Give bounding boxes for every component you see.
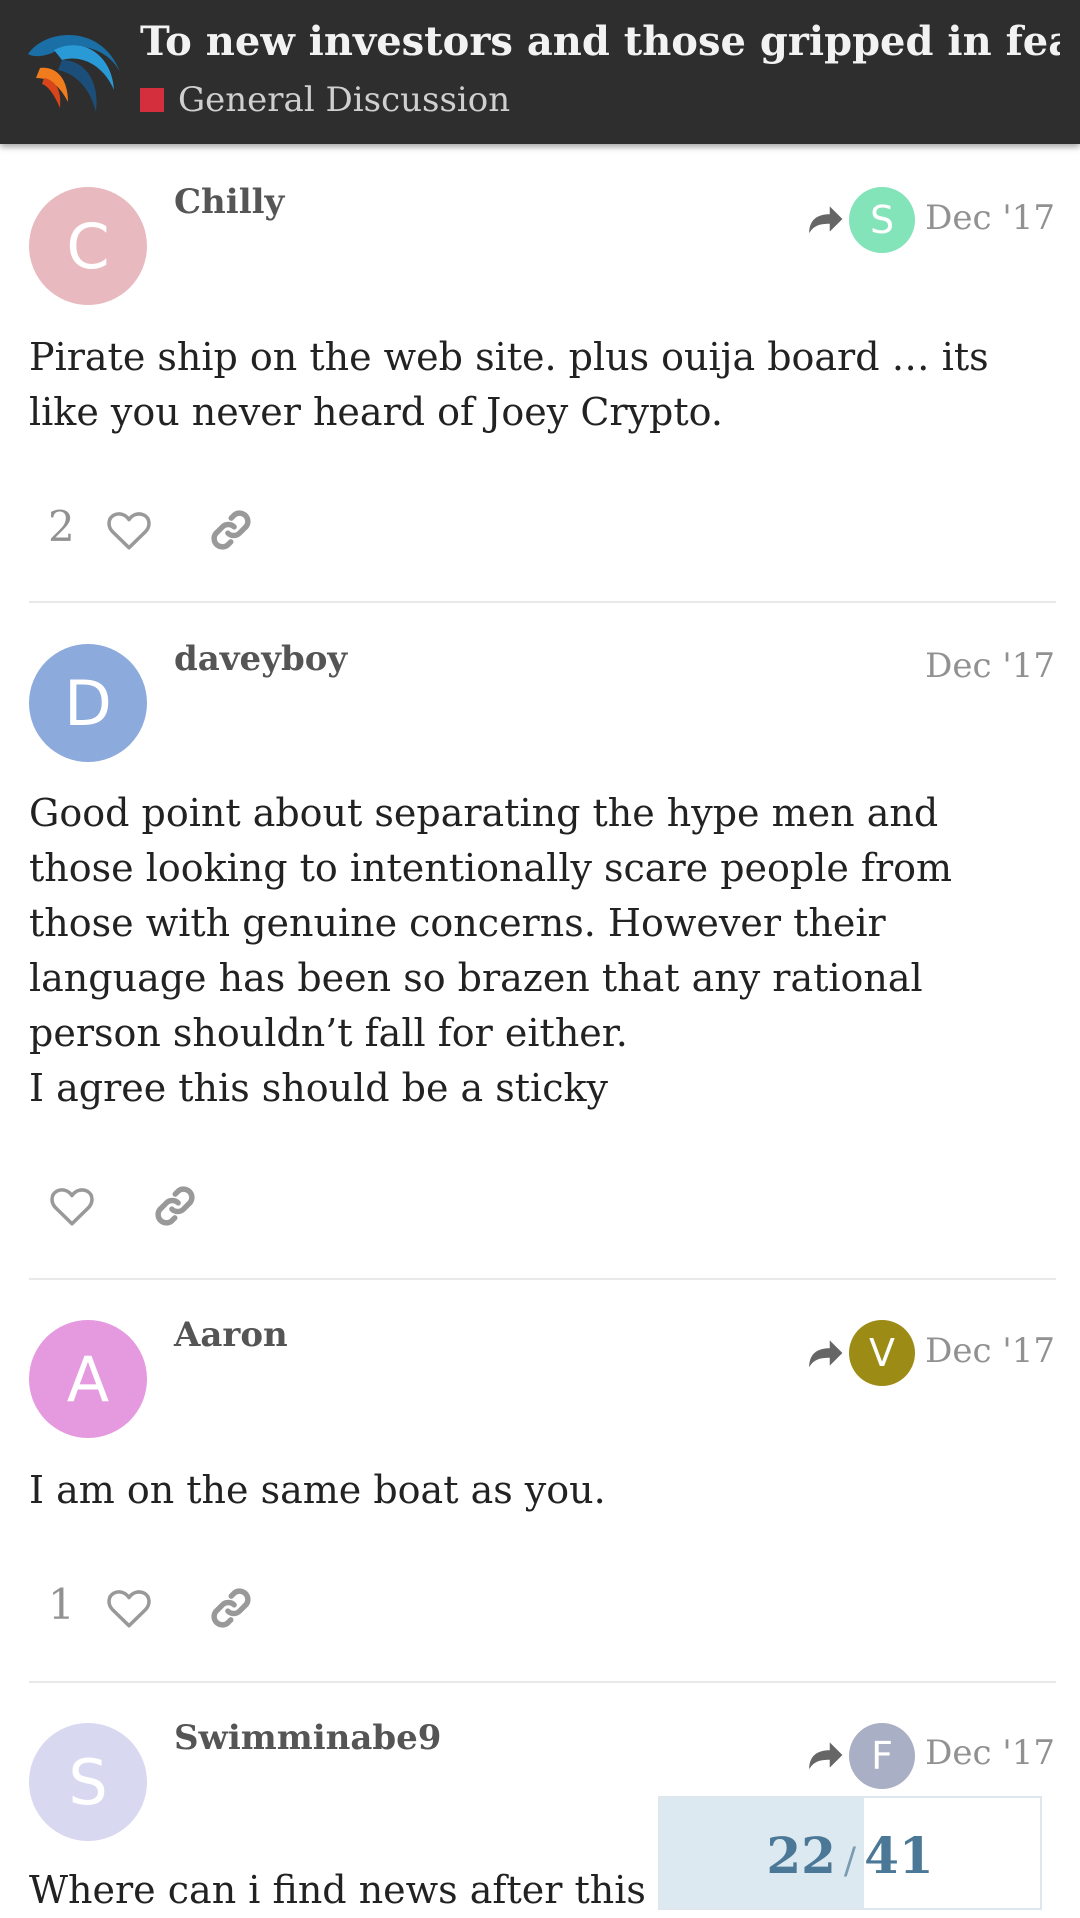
post-divider (29, 1681, 1056, 1683)
category-color-square (140, 88, 164, 112)
post-body: Pirate ship on the web site. plus ouija … (29, 330, 1051, 440)
post-paragraph: I am on the same boat as you. (29, 1468, 606, 1512)
topic-header: To new investors and those gripped in fe… (0, 0, 1080, 144)
heart-outline-icon[interactable] (104, 505, 154, 555)
post-paragraph: Pirate ship on the web site. plus ouija … (29, 335, 989, 434)
category-badge[interactable]: General Discussion (140, 80, 510, 120)
reply-arrow-icon[interactable] (806, 202, 844, 236)
reply-arrow-icon[interactable] (806, 1738, 844, 1772)
category-name: General Discussion (178, 80, 511, 120)
reply-to-avatar[interactable]: F (849, 1723, 915, 1789)
avatar-letter: S (68, 1745, 108, 1819)
progress-text: 22/41 (660, 1826, 1040, 1885)
reply-to-avatar-letter: F (871, 1734, 893, 1778)
post-divider (29, 601, 1056, 603)
reply-to-avatar-letter: V (869, 1331, 895, 1375)
topic-title[interactable]: To new investors and those gripped in fe… (140, 18, 1060, 65)
avatar[interactable]: D (29, 644, 147, 762)
avatar-letter: D (64, 666, 112, 740)
reply-to-avatar[interactable]: V (849, 1320, 915, 1386)
post-paragraph: Good point about separating the hype men… (29, 791, 953, 1055)
post-paragraph: I agree this should be a sticky (29, 1066, 608, 1110)
post-divider (29, 1278, 1056, 1280)
reply-to-avatar[interactable]: S (849, 187, 915, 253)
avatar-letter: A (66, 1342, 110, 1416)
post-date[interactable]: Dec '17 (925, 1331, 1055, 1371)
reply-to-avatar-letter: S (869, 198, 895, 242)
avatar-letter: C (66, 209, 110, 283)
link-icon[interactable] (206, 505, 256, 555)
like-count[interactable]: 1 (48, 1580, 75, 1629)
post-date[interactable]: Dec '17 (925, 198, 1055, 238)
progress-current: 22 (766, 1826, 836, 1885)
post-date[interactable]: Dec '17 (925, 646, 1055, 686)
site-logo[interactable] (24, 26, 124, 116)
post-body: I am on the same boat as you. (29, 1463, 1051, 1518)
username[interactable]: Swimminabe9 (174, 1718, 441, 1758)
avatar[interactable]: S (29, 1723, 147, 1841)
avatar[interactable]: A (29, 1320, 147, 1438)
topic-progress[interactable]: 22/41 (658, 1796, 1042, 1910)
like-count[interactable]: 2 (48, 502, 75, 551)
username[interactable]: Chilly (174, 182, 284, 222)
post-body: Good point about separating the hype men… (29, 786, 1051, 1116)
heart-outline-icon[interactable] (104, 1583, 154, 1633)
post-date[interactable]: Dec '17 (925, 1733, 1055, 1773)
username[interactable]: daveyboy (174, 639, 347, 679)
heart-outline-icon[interactable] (47, 1181, 97, 1231)
progress-separator: / (843, 1841, 857, 1882)
reply-arrow-icon[interactable] (806, 1336, 844, 1370)
avatar[interactable]: C (29, 187, 147, 305)
progress-total: 41 (864, 1826, 934, 1885)
link-icon[interactable] (150, 1181, 200, 1231)
username[interactable]: Aaron (174, 1315, 288, 1355)
link-icon[interactable] (206, 1583, 256, 1633)
